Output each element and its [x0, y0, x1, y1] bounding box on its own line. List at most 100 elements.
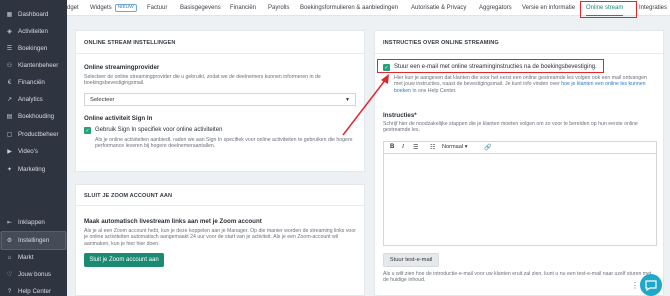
tab-label: Integraties: [639, 5, 668, 11]
customers-icon: ⚇: [6, 63, 13, 69]
connect-zoom-button[interactable]: Sluit je Zoom account aan: [84, 253, 164, 267]
sidebar-item-label: Dashboard: [18, 11, 49, 18]
sidebar-item-markt[interactable]: ⌂ Markt: [0, 249, 67, 266]
sidebar-item-financien[interactable]: € Financiën: [0, 74, 67, 91]
sidebar-item-label: Marketing: [18, 166, 46, 173]
sidebar-item-inklappen[interactable]: ⇤ Inklappen: [0, 214, 67, 231]
divider: [76, 205, 364, 206]
chat-icon[interactable]: [640, 274, 662, 296]
sidebar-item-boekhouding[interactable]: ▤ Boekhouding: [0, 108, 67, 125]
sidebar-item-help-center[interactable]: ? Help Center: [0, 283, 67, 296]
signin-checkbox[interactable]: ✓: [84, 127, 91, 134]
tab-factuur[interactable]: Factuur: [147, 0, 167, 16]
provider-label: Online streamingprovider: [84, 64, 160, 71]
finance-icon: €: [7, 79, 12, 86]
collapse-icon: ⇤: [6, 220, 13, 226]
products-icon: ▢: [6, 132, 13, 138]
sidebar-item-label: Analytics: [18, 96, 43, 103]
chevron-down-icon: ▼: [345, 96, 350, 103]
sidebar-item-activiteiten[interactable]: ◈ Activiteiten: [0, 23, 67, 40]
bookings-icon: ☰: [6, 46, 13, 52]
sidebar-item-boekingen[interactable]: ☰ Boekingen: [0, 40, 67, 57]
marketing-icon: ✦: [6, 167, 13, 173]
tab-label: Widgets: [90, 5, 112, 11]
tab-integraties[interactable]: Integraties: [639, 0, 667, 16]
help-icon: ?: [7, 288, 12, 295]
sidebar-item-label: Jouw bonus: [18, 271, 52, 278]
instructions-help-text: Hier kun je aangeven dat klanten die voo…: [394, 75, 656, 94]
dashboard-icon: ▦: [6, 12, 13, 18]
signin-checkbox-label: Gebruik Sign In specifiek voor online ac…: [95, 127, 223, 133]
highlight-checkbox-box: [377, 59, 604, 73]
sidebar-item-dashboard[interactable]: ▦ Dashboard: [0, 6, 67, 23]
numbered-list-icon[interactable]: ☷: [430, 144, 435, 151]
tab-autorisatie-privacy[interactable]: Autorisatie & Privacy: [411, 0, 466, 16]
sidebar-item-label: Boekingen: [18, 45, 48, 52]
sidebar-item-label: Financiën: [18, 79, 45, 86]
tab-aggregators[interactable]: Aggregators: [479, 0, 512, 16]
sidebar-item-label: Inklappen: [18, 219, 45, 226]
zoom-account-panel: SLUIT JE ZOOM ACCOUNT AAN Maak automatis…: [75, 184, 365, 296]
tab-label: Aggregators: [479, 5, 512, 11]
send-test-email-button[interactable]: Stuur test-e-mail: [383, 253, 439, 267]
test-email-help-text: Als u wilt zien hoe de introductie-e-mai…: [383, 271, 652, 284]
accounting-icon: ▤: [6, 114, 13, 120]
zoom-heading: Maak automatisch livestream links aan me…: [84, 218, 262, 225]
panel-title: ONLINE STREAM INSTELLINGEN: [84, 40, 176, 46]
instructions-label: Instructies*: [383, 112, 417, 119]
provider-help-text: Selecteer de online streamingprovider di…: [84, 74, 321, 87]
sidebar-item-label: Markt: [18, 254, 34, 261]
sidebar-item-label: Video's: [18, 148, 38, 155]
panel-title: SLUIT JE ZOOM ACCOUNT AAN: [84, 193, 173, 199]
sidebar-item-label: Help Center: [18, 288, 52, 295]
provider-select[interactable]: Selecteer ▼: [84, 93, 356, 106]
editor-toolbar: B I ☰ ☷ Normaal ▾ 🔗: [383, 141, 657, 154]
instructions-description: Schrijf hier de noodzakelijke stappen di…: [383, 121, 638, 134]
tab-financien[interactable]: Financiën: [230, 0, 256, 16]
highlight-online-stream-tab-box: [580, 1, 637, 18]
tab-label: Versie en informatie: [522, 5, 576, 11]
activities-icon: ◈: [7, 29, 12, 35]
new-badge: NIEUW: [114, 4, 137, 12]
format-value: Normaal: [442, 144, 464, 150]
tab-boekingsformulieren[interactable]: Boekingsformulieren & aanbiedingen: [300, 0, 398, 16]
link-icon[interactable]: 🔗: [484, 144, 491, 151]
sidebar-item-label: Klantenbeheer: [18, 62, 59, 69]
sidebar-item-marketing[interactable]: ✦ Marketing: [0, 161, 67, 178]
tab-label: Factuur: [147, 5, 168, 11]
signin-label: Online activiteit Sign In: [84, 115, 153, 122]
divider: [375, 53, 663, 54]
sidebar-item-productbeheer[interactable]: ▢ Productbeheer: [0, 126, 67, 143]
tab-versie-informatie[interactable]: Versie en informatie: [522, 0, 575, 16]
analytics-icon: ↗: [6, 97, 13, 103]
provider-select-value: Selecteer: [90, 96, 115, 103]
divider: [76, 53, 364, 54]
sidebar-item-videos[interactable]: ▶ Video's: [0, 143, 67, 160]
video-icon: ▶: [7, 149, 12, 155]
bold-icon[interactable]: B: [390, 144, 394, 150]
sidebar-item-label: Productbeheer: [18, 131, 59, 138]
italic-icon[interactable]: I: [402, 144, 404, 150]
zoom-body-text: Als je al een Zoom account hebt, kun je …: [84, 228, 356, 247]
highlight-settings-box: [1, 231, 66, 250]
sidebar: ▦ Dashboard ◈ Activiteiten ☰ Boekingen ⚇ Kla…: [0, 0, 67, 296]
chat-bubble-icon: [645, 279, 657, 291]
tab-widgets[interactable]: Widgets NIEUW: [90, 0, 137, 16]
market-icon: ⌂: [7, 254, 12, 261]
tab-payrolls[interactable]: Payrolls: [268, 0, 289, 16]
tab-widget-partial[interactable]: dget: [67, 0, 79, 16]
tab-label: Financiën: [230, 5, 257, 11]
sidebar-item-label: Boekhouding: [18, 113, 55, 120]
bullet-list-icon[interactable]: ☰: [413, 144, 418, 151]
sidebar-item-klantenbeheer[interactable]: ⚇ Klantenbeheer: [0, 57, 67, 74]
tab-basisgegevens[interactable]: Basisgegevens: [180, 0, 221, 16]
sidebar-item-analytics[interactable]: ↗ Analytics: [0, 91, 67, 108]
tab-label: Basisgegevens: [180, 5, 221, 11]
sidebar-item-jouw-bonus[interactable]: ♡ Jouw bonus: [0, 266, 67, 283]
tab-label: Payrolls: [268, 5, 290, 11]
tab-label: dget: [67, 5, 79, 11]
bonus-heart-icon: ♡: [6, 272, 13, 278]
help-text-part: in ons Help Center.: [411, 87, 457, 94]
instructions-editor[interactable]: [383, 154, 657, 246]
text-format-select[interactable]: Normaal ▾: [442, 144, 468, 150]
